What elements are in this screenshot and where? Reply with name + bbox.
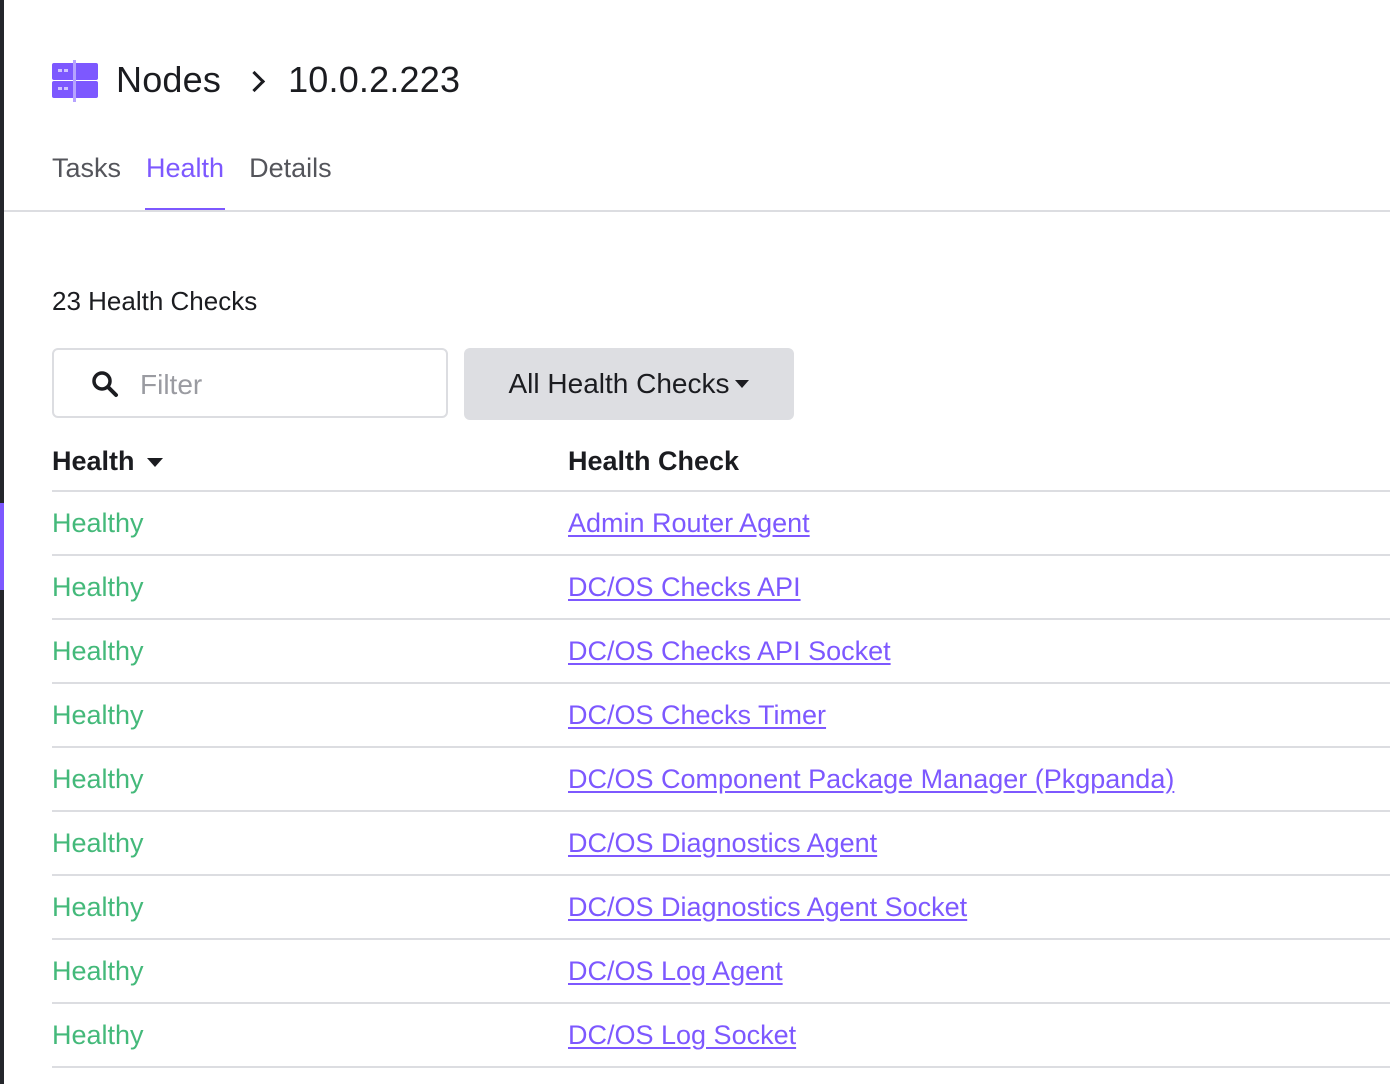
table-row: Healthy DC/OS Checks Timer [52, 684, 1390, 748]
filter-field[interactable] [52, 348, 448, 418]
tabs-divider [4, 210, 1390, 212]
caret-down-icon [735, 380, 750, 388]
chevron-right-icon [243, 70, 266, 92]
health-status: Healthy [52, 827, 144, 858]
health-check-cell: DC/OS Checks Timer [568, 700, 1390, 731]
health-check-link[interactable]: DC/OS Component Package Manager (Pkgpand… [568, 764, 1174, 794]
health-status: Healthy [52, 571, 144, 602]
health-status: Healthy [52, 891, 144, 922]
health-status: Healthy [52, 507, 144, 538]
table-row: Healthy DC/OS Checks API Socket [52, 620, 1390, 684]
breadcrumb-nodes-link[interactable]: Nodes [116, 59, 221, 101]
health-check-link[interactable]: DC/OS Checks API [568, 572, 801, 602]
health-check-cell: DC/OS Diagnostics Agent Socket [568, 892, 1390, 923]
table-body: Healthy Admin Router Agent Healthy DC/OS Ch… [52, 492, 1390, 1068]
health-check-cell: DC/OS Diagnostics Agent [568, 828, 1390, 859]
table-row: Healthy DC/OS Log Agent [52, 940, 1390, 1004]
health-check-cell: DC/OS Checks API [568, 572, 1390, 603]
health-status: Healthy [52, 699, 144, 730]
breadcrumb-current-node: 10.0.2.223 [288, 59, 461, 100]
column-header-health-label: Health [52, 445, 135, 476]
health-check-link[interactable]: DC/OS Checks Timer [568, 700, 826, 730]
health-check-link[interactable]: DC/OS Log Agent [568, 956, 783, 986]
health-status: Healthy [52, 635, 144, 666]
tab-bar: Tasks Health Details [52, 148, 357, 212]
health-check-cell: DC/OS Log Socket [568, 1020, 1390, 1051]
health-check-link[interactable]: DC/OS Diagnostics Agent Socket [568, 892, 967, 922]
page: Nodes 10.0.2.223 Tasks Health Details 23… [4, 0, 1390, 1084]
table-row: Healthy DC/OS Log Socket [52, 1004, 1390, 1068]
table-row: Healthy DC/OS Diagnostics Agent [52, 812, 1390, 876]
breadcrumb: Nodes 10.0.2.223 [52, 56, 460, 104]
dropdown-label: All Health Checks [508, 368, 730, 399]
health-check-link[interactable]: DC/OS Checks API Socket [568, 636, 891, 666]
health-check-link[interactable]: DC/OS Diagnostics Agent [568, 828, 877, 858]
health-checks-filter-dropdown[interactable]: All Health Checks [464, 348, 794, 420]
table-row: Healthy DC/OS Component Package Manager (… [52, 748, 1390, 812]
search-icon [92, 371, 118, 397]
health-check-link[interactable]: DC/OS Log Socket [568, 1020, 796, 1050]
table-row: Healthy DC/OS Checks API [52, 556, 1390, 620]
health-check-count: 23 Health Checks [52, 286, 258, 316]
table-row: Healthy DC/OS Diagnostics Agent Socket [52, 876, 1390, 940]
column-header-health-check[interactable]: Health Check [568, 446, 1390, 477]
table-header: Health Health Check [52, 432, 1390, 492]
health-check-cell: DC/OS Log Agent [568, 956, 1390, 987]
sort-caret-down-icon[interactable] [146, 458, 163, 467]
tab-tasks[interactable]: Tasks [52, 148, 121, 212]
table-row: Healthy Admin Router Agent [52, 492, 1390, 556]
health-check-cell: DC/OS Checks API Socket [568, 636, 1390, 667]
filter-input[interactable] [138, 362, 432, 408]
column-header-health[interactable]: Health [52, 446, 568, 477]
health-check-cell: DC/OS Component Package Manager (Pkgpand… [568, 764, 1390, 795]
health-status: Healthy [52, 955, 144, 986]
health-check-cell: Admin Router Agent [568, 508, 1390, 539]
nodes-icon [52, 60, 98, 102]
tab-health[interactable]: Health [145, 148, 226, 212]
health-status: Healthy [52, 763, 144, 794]
tab-details[interactable]: Details [249, 148, 332, 212]
health-checks-table: Health Health Check Healthy Admin Router … [52, 432, 1390, 1068]
health-check-link[interactable]: Admin Router Agent [568, 508, 810, 538]
health-status: Healthy [52, 1019, 144, 1050]
